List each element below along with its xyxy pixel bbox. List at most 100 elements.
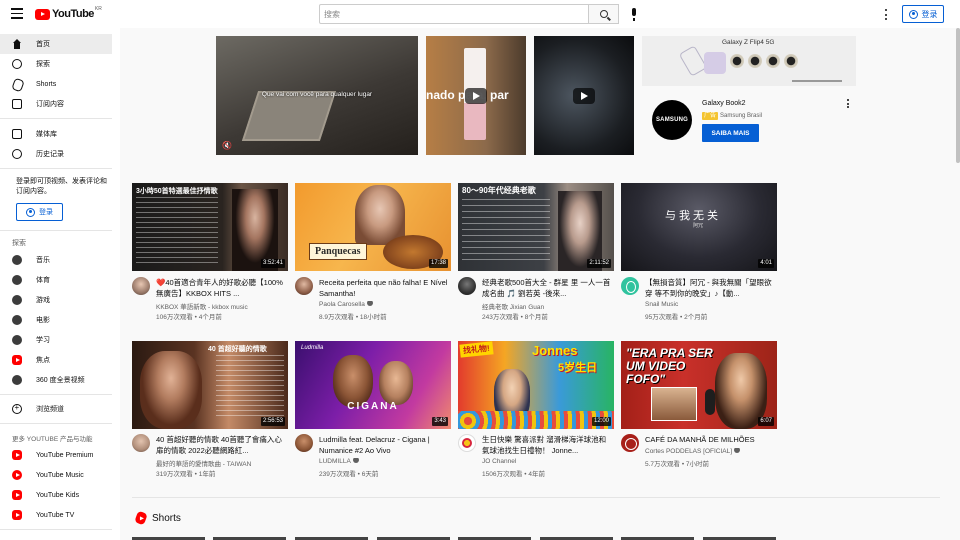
sidebar-item-kids[interactable]: YouTube Kids (0, 485, 112, 505)
video-meta: 319万次观看 • 1年前 (156, 471, 216, 478)
duration-badge: 3:52:41 (260, 259, 285, 268)
channel-name[interactable]: Snail Music (645, 301, 775, 308)
channel-name[interactable]: 经典老歌 Jixian Guan (482, 301, 612, 311)
video-title[interactable]: 40 首超好聽的情歌 40首聽了會痛入心扉的情歌 2022必聽網路紅... (156, 434, 286, 456)
channel-avatar[interactable] (458, 434, 476, 452)
channel-avatar[interactable] (295, 277, 313, 295)
channel-avatar[interactable] (458, 277, 476, 295)
thumbnail-text: 3小時50首特選最佳抒情歌 (136, 188, 218, 195)
video-title[interactable]: 经典老歌500首大全 - 群星 里 一人一首成名曲 🎵 劉若英 -後來... (482, 277, 612, 299)
signin-prompt: 登录即可顶视频、发表评论和订阅内容。 (16, 178, 107, 195)
video-thumbnail[interactable]: "ERA PRA SER UM VIDEO FOFO" 6:07 (621, 341, 777, 429)
ad-video-tertiary[interactable] (534, 36, 634, 155)
channel-name-row[interactable]: Cortes PODDELAS [OFICIAL] (645, 448, 775, 455)
video-title[interactable]: 生日快樂 驚喜派對 溜滑梯海洋球池和氣球池找生日禮物！ Jonne... (482, 434, 612, 456)
sidebar-item-shorts[interactable]: Shorts (0, 74, 112, 94)
channel-avatar[interactable] (295, 434, 313, 452)
channel-name[interactable]: Cortes PODDELAS [OFICIAL] (645, 448, 732, 455)
settings-menu-icon[interactable] (885, 9, 888, 20)
sidebar-item-sports[interactable]: 体育 (0, 270, 112, 290)
signin-button[interactable]: 登录 (902, 5, 944, 23)
sidebar-item-label: YouTube TV (36, 511, 75, 519)
sidebar-item-learning[interactable]: 学习 (0, 330, 112, 350)
channel-name-row[interactable]: LUDMILLA (319, 458, 449, 465)
sidebar-item-label: 学习 (36, 337, 50, 344)
ad-title[interactable]: Galaxy Book2 (702, 100, 746, 107)
video-thumbnail[interactable]: 80～90年代经典老歌 2:11:52 (458, 183, 614, 271)
play-icon[interactable] (465, 88, 487, 104)
more-options-icon[interactable] (847, 99, 849, 108)
sidebar-item-label: 订阅内容 (36, 101, 64, 108)
sidebar-item-movies[interactable]: 电影 (0, 310, 112, 330)
youtube-icon (12, 355, 22, 365)
youtube-logo[interactable]: YouTube KR (35, 6, 102, 20)
top-bar: YouTube KR 搜索 登录 (0, 0, 960, 28)
video-meta: 8.9万次观看 • 18小时前 (319, 314, 387, 321)
mute-icon[interactable]: 🔇 (222, 141, 232, 150)
video-title[interactable]: Receita perfeita que não falha! E Nível … (319, 277, 449, 299)
sidebar-item-label: 探索 (36, 61, 50, 68)
channel-avatar[interactable] (132, 434, 150, 452)
video-thumbnail[interactable]: Panquecas 17:38 (295, 183, 451, 271)
sidebar-item-label: 游戏 (36, 297, 50, 304)
video-title[interactable]: 【無損音質】阿冗 - 與我無關「望眼欲穿 等不到你的晚安」♪【動... (645, 277, 775, 299)
channel-name-row[interactable]: Paola Carosella (319, 301, 449, 308)
video-thumbnail[interactable]: 40 首超好聽的情歌 2:56:53 (132, 341, 288, 429)
sidebar-item-music[interactable]: 音乐 (0, 250, 112, 270)
sidebar-item-music-app[interactable]: YouTube Music (0, 465, 112, 485)
video-title[interactable]: ❤️40首適合青年人的好歌必聽【100%無廣告】KKBOX HITS ... (156, 277, 286, 299)
channel-name[interactable]: KKBOX 華語新歌 - kkbox music (156, 301, 286, 311)
ad-banner[interactable]: Galaxy Z Flip4 5G (642, 36, 856, 86)
sidebar-item-label: 音乐 (36, 257, 50, 264)
channel-avatar[interactable] (132, 277, 150, 295)
channel-name[interactable]: LUDMILLA (319, 458, 351, 465)
sidebar-item-library[interactable]: 媒体库 (0, 124, 112, 144)
channel-name[interactable]: Paola Carosella (319, 301, 365, 308)
sidebar-item-explore[interactable]: 探索 (0, 54, 112, 74)
sidebar-item-label: YouTube Music (36, 471, 84, 479)
video-thumbnail[interactable]: Ludmilla CIGANA 3:43 (295, 341, 451, 429)
sidebar-signin-button[interactable]: 登录 (16, 203, 63, 221)
sidebar-item-label: 媒体库 (36, 131, 57, 138)
channel-avatar[interactable] (621, 434, 639, 452)
sidebar-item-360[interactable]: 360 度全景视频 (0, 370, 112, 390)
channel-name[interactable]: 最好的華語的愛情歌曲 - TAIWAN (156, 458, 286, 468)
thumbnail-subtext: 5岁生日 (558, 362, 598, 374)
search-button[interactable] (589, 4, 619, 24)
advertiser-logo[interactable]: SAMSUNG (652, 100, 692, 140)
sidebar-item-label: 电影 (36, 317, 50, 324)
video-title[interactable]: CAFÉ DA MANHÃ DE MILHÕES (645, 434, 775, 445)
duration-badge: 2:56:53 (260, 417, 285, 426)
video-thumbnail[interactable]: 找礼物! Jonnes 5岁生日 12:00 (458, 341, 614, 429)
sidebar-item-history[interactable]: 历史记录 (0, 144, 112, 164)
voice-search-icon[interactable] (628, 8, 640, 21)
channel-name[interactable]: JO Channel (482, 458, 612, 465)
play-icon[interactable] (573, 88, 595, 104)
vr-icon (12, 375, 22, 385)
video-thumbnail[interactable]: 3小時50首特選最佳抒情歌 3:52:41 (132, 183, 288, 271)
sidebar-item-tv[interactable]: YouTube TV (0, 505, 112, 525)
sidebar-item-premium[interactable]: YouTube Premium (0, 445, 112, 465)
sidebar-item-subscriptions[interactable]: 订阅内容 (0, 94, 112, 114)
sidebar-item-gaming[interactable]: 游戏 (0, 290, 112, 310)
duration-badge: 17:38 (428, 259, 448, 268)
channel-avatar[interactable] (621, 277, 639, 295)
ad-video-main[interactable]: Que vai com você para qualquer lugar 🔇 (216, 36, 418, 155)
ad-cta-button[interactable]: SAIBA MAIS (702, 124, 759, 142)
verified-icon (352, 458, 359, 464)
sidebar-item-home[interactable]: 首页 (0, 34, 112, 54)
video-title[interactable]: Ludmilla feat. Delacruz - Cigana | Numan… (319, 434, 449, 456)
sidebar-item-spotlight[interactable]: 焦点 (0, 350, 112, 370)
compass-icon (12, 59, 22, 69)
ad-advertiser: Samsung Brasil (720, 113, 763, 119)
search-input[interactable]: 搜索 (319, 4, 589, 24)
scrollbar[interactable] (956, 28, 960, 163)
thumbnail-tag: 找礼物! (459, 341, 494, 358)
sidebar-divider (0, 529, 112, 530)
menu-icon[interactable] (11, 8, 23, 19)
gamepad-icon (12, 295, 22, 305)
youtube-premium-icon (12, 450, 22, 460)
video-thumbnail[interactable]: 与我无关 阿冗 4:01 (621, 183, 777, 271)
sidebar-item-browse-channels[interactable]: 浏览频道 (0, 399, 112, 419)
ad-video-secondary[interactable]: nado para, par (426, 36, 526, 155)
